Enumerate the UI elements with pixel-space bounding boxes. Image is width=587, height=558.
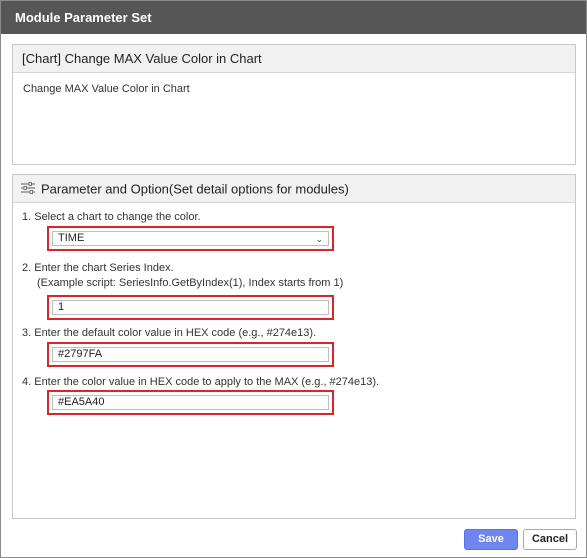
cancel-button[interactable]: Cancel xyxy=(523,529,577,550)
step2-label: 2. Enter the chart Series Index. xyxy=(22,262,174,274)
max-color-input[interactable]: #EA5A40 xyxy=(47,390,334,415)
module-info-panel: [Chart] Change MAX Value Color in Chart … xyxy=(12,44,576,165)
step2-hint: (Example script: SeriesInfo.GetByIndex(1… xyxy=(37,277,344,289)
series-index-value: 1 xyxy=(58,301,65,313)
series-index-box[interactable]: 1 xyxy=(52,300,329,315)
parameter-header: Parameter and Option(Set detail options … xyxy=(13,175,575,203)
module-header: [Chart] Change MAX Value Color in Chart xyxy=(13,45,575,73)
default-color-box[interactable]: #2797FA xyxy=(52,347,329,362)
chart-select[interactable]: TIME ⌄ xyxy=(47,226,334,251)
sliders-icon xyxy=(21,176,35,204)
step1-label: 1. Select a chart to change the color. xyxy=(22,211,201,223)
default-color-input[interactable]: #2797FA xyxy=(47,342,334,367)
module-description: Change MAX Value Color in Chart xyxy=(23,83,190,95)
module-parameter-dialog: Module Parameter Set [Chart] Change MAX … xyxy=(0,0,587,558)
parameter-header-label: Parameter and Option(Set detail options … xyxy=(41,181,349,197)
save-button[interactable]: Save xyxy=(464,529,518,550)
max-color-value: #EA5A40 xyxy=(58,396,105,408)
chevron-down-icon: ⌄ xyxy=(315,234,323,244)
step3-label: 3. Enter the default color value in HEX … xyxy=(22,327,317,339)
dialog-title: Module Parameter Set xyxy=(1,1,586,34)
chart-select-value: TIME xyxy=(58,232,85,244)
max-color-box[interactable]: #EA5A40 xyxy=(52,395,329,410)
chart-select-box[interactable]: TIME ⌄ xyxy=(52,231,329,246)
default-color-value: #2797FA xyxy=(58,348,103,360)
step4-label: 4. Enter the color value in HEX code to … xyxy=(22,376,380,388)
series-index-input[interactable]: 1 xyxy=(47,295,334,320)
